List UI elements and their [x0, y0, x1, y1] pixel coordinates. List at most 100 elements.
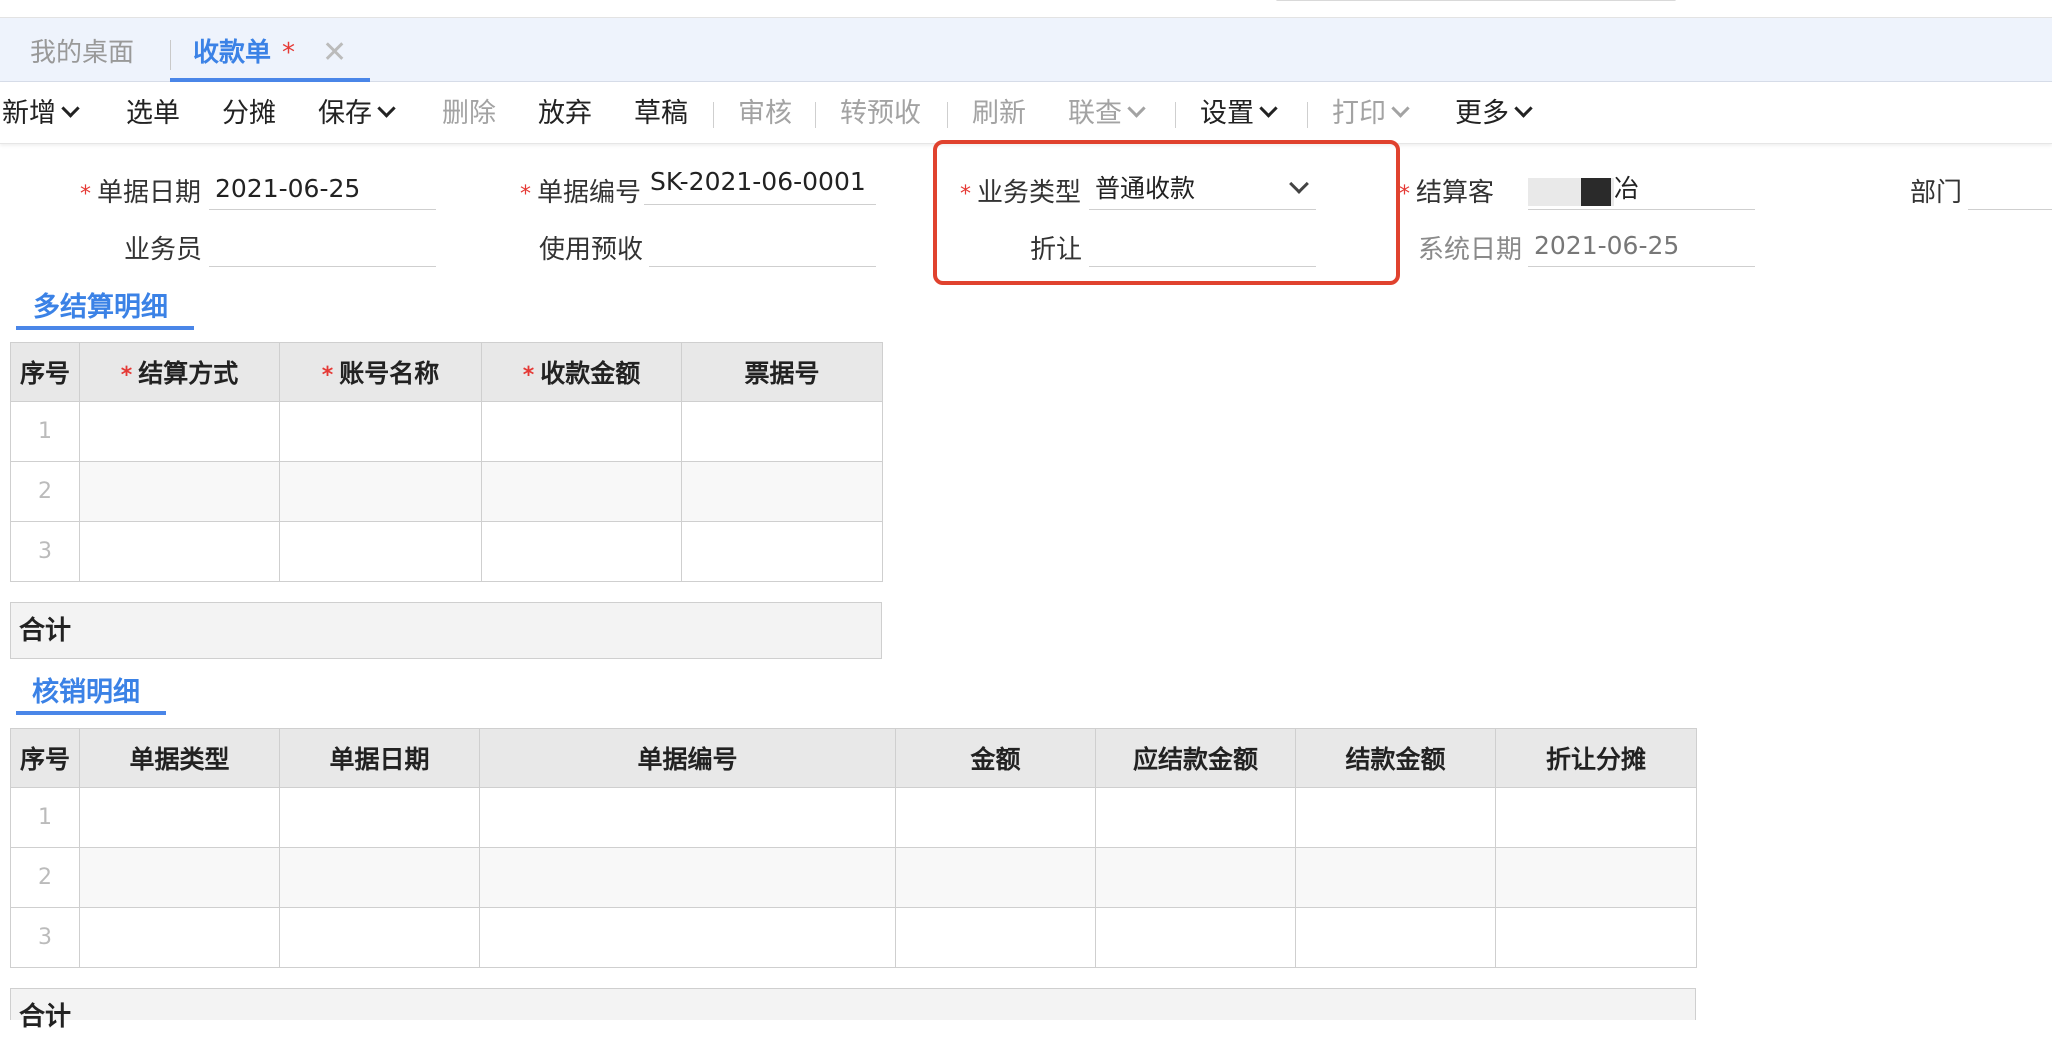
draft-button[interactable]: 草稿 [634, 82, 688, 143]
salesman-label: 业务员 [124, 235, 203, 265]
settle-customer-label-text: 结算客 [1416, 178, 1495, 208]
refresh-button[interactable]: 刷新 [972, 82, 1026, 143]
doc-no-label: * 单据编号 [520, 172, 641, 209]
table-cell[interactable] [479, 907, 896, 968]
table-row: 2 [10, 847, 1697, 908]
chevron-down-icon [1514, 99, 1533, 118]
close-icon[interactable]: ✕ [322, 18, 347, 88]
section-underline [16, 326, 194, 330]
biz-type-label: * 业务类型 [960, 172, 1081, 209]
table-cell[interactable] [79, 521, 280, 582]
more-button[interactable]: 更多 [1455, 82, 1533, 143]
table-cell[interactable] [1295, 847, 1496, 908]
column-header-text: 收款金额 [540, 359, 641, 388]
table-cell[interactable] [1295, 907, 1496, 968]
to-prepay-button[interactable]: 转预收 [840, 82, 921, 143]
chevron-down-icon [61, 99, 80, 118]
allocate-button[interactable]: 分摊 [222, 82, 276, 143]
salesman-field[interactable] [209, 222, 436, 267]
table-cell[interactable] [1495, 907, 1697, 968]
biz-type-select[interactable]: 普通收款 [1089, 165, 1316, 210]
settings-label: 设置 [1200, 98, 1254, 129]
table-cell[interactable] [481, 461, 682, 522]
table-cell[interactable] [279, 461, 482, 522]
tab-my-desktop[interactable]: 我的桌面 [30, 18, 134, 80]
top-scroll-segment [1276, 0, 1676, 1]
column-header-discount-alloc: 折让分摊 [1495, 728, 1697, 788]
table-cell[interactable] [895, 787, 1096, 848]
row-index: 2 [10, 461, 80, 522]
table-cell[interactable] [1095, 787, 1296, 848]
delete-button[interactable]: 删除 [442, 82, 496, 143]
department-field[interactable] [1968, 165, 2052, 210]
table-cell[interactable] [79, 401, 280, 462]
doc-no-field[interactable]: SK-2021-06-0001 [644, 160, 876, 205]
column-header-amount: 金额 [895, 728, 1096, 788]
writeoff-section-title[interactable]: 核销明细 [32, 670, 140, 709]
table-cell[interactable] [895, 847, 1096, 908]
tab-bar: 我的桌面 收款单 * ✕ [0, 18, 2052, 82]
table-cell[interactable] [479, 847, 896, 908]
column-header-settled-amount: 结款金额 [1295, 728, 1496, 788]
required-mark: * [80, 182, 91, 207]
abandon-button[interactable]: 放弃 [538, 82, 592, 143]
table-cell[interactable] [1095, 907, 1296, 968]
table-cell[interactable] [1095, 847, 1296, 908]
chevron-down-icon [377, 99, 396, 118]
table-cell[interactable] [79, 461, 280, 522]
select-doc-button[interactable]: 选单 [126, 82, 180, 143]
table-cell[interactable] [279, 787, 480, 848]
table-cell[interactable] [895, 907, 1096, 968]
table-cell[interactable] [279, 847, 480, 908]
audit-button[interactable]: 审核 [738, 82, 792, 143]
table-cell[interactable] [279, 907, 480, 968]
link-query-button[interactable]: 联查 [1068, 82, 1146, 143]
row-index: 1 [10, 401, 80, 462]
table-row: 3 [10, 521, 883, 582]
table-cell[interactable] [79, 787, 280, 848]
table-row: 1 [10, 787, 1697, 848]
use-prepay-label: 使用预收 [539, 235, 644, 265]
settings-button[interactable]: 设置 [1200, 82, 1278, 143]
column-header-bill-no: 票据号 [681, 342, 883, 402]
table-cell[interactable] [481, 401, 682, 462]
settlement-table: 序号 * 结算方式 * 账号名称 * 收款金额 票据号 1 2 3 [10, 342, 883, 582]
discount-label: 折让 [1030, 235, 1083, 265]
use-prepay-field[interactable] [649, 222, 876, 267]
column-header-doc-type: 单据类型 [79, 728, 280, 788]
table-cell[interactable] [1295, 787, 1496, 848]
doc-date-label: * 单据日期 [80, 172, 201, 209]
tab-receipt-active[interactable]: 收款单 * ✕ [170, 18, 370, 82]
column-header-text: 结算方式 [138, 359, 239, 388]
table-cell[interactable] [479, 787, 896, 848]
table-cell[interactable] [1495, 787, 1697, 848]
column-header-account-name: * 账号名称 [279, 342, 482, 402]
table-cell[interactable] [279, 521, 482, 582]
row-index: 2 [10, 847, 80, 908]
writeoff-total-row: 合计 [10, 988, 1696, 1032]
print-button[interactable]: 打印 [1332, 82, 1410, 143]
required-mark: * [120, 363, 133, 388]
table-cell[interactable] [279, 401, 482, 462]
section-underline [16, 711, 166, 715]
unsaved-mark: * [282, 38, 295, 68]
biz-type-value: 普通收款 [1095, 174, 1196, 203]
table-cell[interactable] [681, 521, 883, 582]
settlement-section-title[interactable]: 多结算明细 [33, 285, 168, 324]
print-label: 打印 [1332, 98, 1386, 129]
discount-field[interactable] [1089, 222, 1316, 267]
table-cell[interactable] [481, 521, 682, 582]
table-cell[interactable] [681, 401, 883, 462]
table-cell[interactable] [79, 847, 280, 908]
doc-date-field[interactable]: 2021-06-25 [209, 165, 436, 210]
more-label: 更多 [1455, 98, 1509, 129]
table-row: 3 [10, 907, 1697, 968]
column-header-index: 序号 [10, 342, 80, 402]
table-cell[interactable] [79, 907, 280, 968]
writeoff-table: 序号 单据类型 单据日期 单据编号 金额 应结款金额 结款金额 折让分摊 1 2… [10, 728, 1697, 968]
required-mark: * [960, 182, 971, 207]
table-cell[interactable] [1495, 847, 1697, 908]
add-button[interactable]: 新增 [2, 82, 80, 143]
save-button[interactable]: 保存 [318, 82, 396, 143]
table-cell[interactable] [681, 461, 883, 522]
